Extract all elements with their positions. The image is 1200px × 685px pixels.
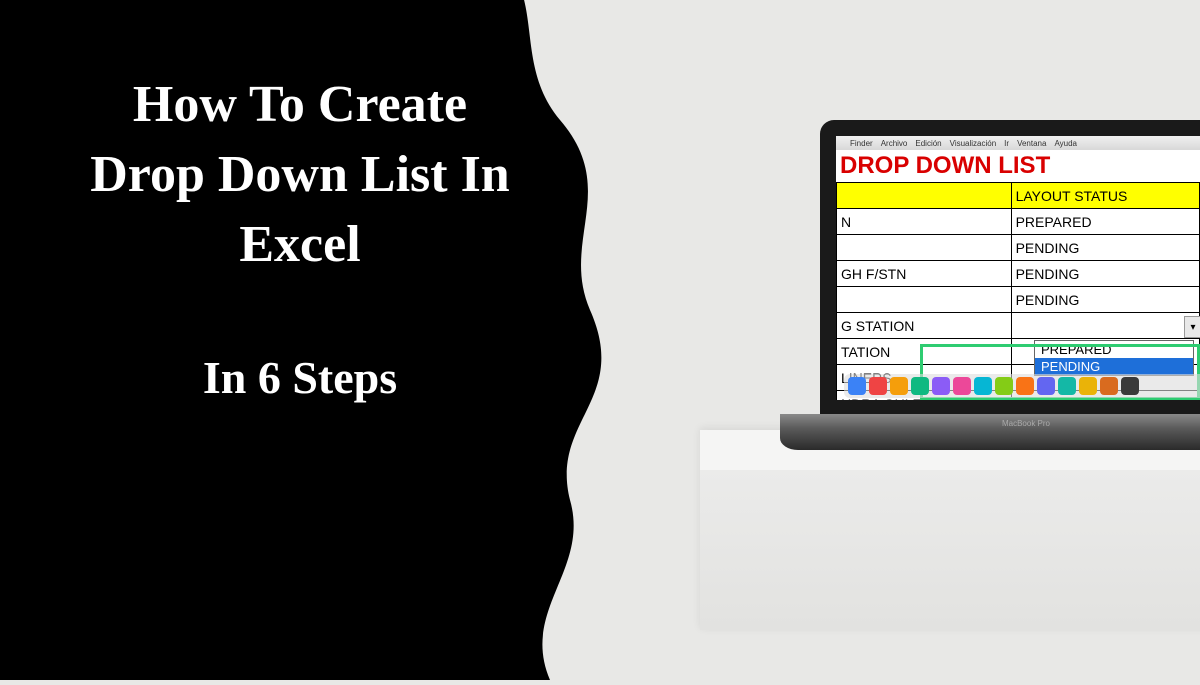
header-cell[interactable] (837, 183, 1012, 209)
menu-item[interactable]: Visualización (950, 139, 997, 148)
cell[interactable]: PENDING (1011, 235, 1199, 261)
dock-app-icon[interactable] (953, 377, 971, 395)
laptop-screen: Finder Archivo Edición Visualización Ir … (836, 136, 1200, 400)
dock-app-icon[interactable] (995, 377, 1013, 395)
laptop-bezel: Finder Archivo Edición Visualización Ir … (820, 120, 1200, 420)
dropdown-option[interactable]: PREPARED (1035, 341, 1193, 358)
dock-app-icon[interactable] (869, 377, 887, 395)
laptop: Finder Archivo Edición Visualización Ir … (820, 120, 1200, 450)
subtitle: In 6 Steps (60, 351, 540, 404)
macos-dock[interactable] (844, 374, 1200, 398)
laptop-base (780, 414, 1200, 450)
dock-app-icon[interactable] (1079, 377, 1097, 395)
cell[interactable] (837, 235, 1012, 261)
laptop-brand-label: MacBook Pro (1002, 419, 1050, 428)
cell[interactable]: N (837, 209, 1012, 235)
menu-item[interactable]: Archivo (881, 139, 908, 148)
macos-menubar: Finder Archivo Edición Visualización Ir … (836, 136, 1200, 150)
title-line: Drop Down List In (60, 140, 540, 210)
cell[interactable] (1011, 313, 1199, 339)
dock-app-icon[interactable] (890, 377, 908, 395)
dock-app-icon[interactable] (1058, 377, 1076, 395)
menu-item[interactable]: Finder (850, 139, 873, 148)
menu-item[interactable]: Ayuda (1054, 139, 1077, 148)
title-line: Excel (60, 210, 540, 280)
dock-app-icon[interactable] (932, 377, 950, 395)
dropdown-list[interactable]: PREPARED PENDING (1034, 340, 1194, 376)
menu-item[interactable]: Edición (915, 139, 941, 148)
menu-item[interactable]: Ir (1004, 139, 1009, 148)
desk-front (700, 470, 1200, 630)
dock-app-icon[interactable] (848, 377, 866, 395)
cell[interactable]: PREPARED (1011, 209, 1199, 235)
dock-app-icon[interactable] (911, 377, 929, 395)
cell[interactable]: PENDING (1011, 287, 1199, 313)
hero-title: How To Create Drop Down List In Excel In… (60, 70, 540, 404)
cell[interactable]: GH F/STN (837, 261, 1012, 287)
dropdown-arrow-icon[interactable]: ▾ (1184, 316, 1200, 338)
dock-app-icon[interactable] (1037, 377, 1055, 395)
cell[interactable]: G STATION (837, 313, 1012, 339)
cell[interactable] (837, 287, 1012, 313)
dock-app-icon[interactable] (1121, 377, 1139, 395)
dock-app-icon[interactable] (974, 377, 992, 395)
title-line: How To Create (60, 70, 540, 140)
dock-app-icon[interactable] (1016, 377, 1034, 395)
menu-item[interactable]: Ventana (1017, 139, 1046, 148)
cell[interactable]: PENDING (1011, 261, 1199, 287)
dropdown-option-selected[interactable]: PENDING (1035, 358, 1193, 375)
cell[interactable]: TATION (837, 339, 1012, 365)
header-cell[interactable]: LAYOUT STATUS (1011, 183, 1199, 209)
dock-app-icon[interactable] (1100, 377, 1118, 395)
sheet-title: DROP DOWN LIST (836, 150, 1200, 182)
